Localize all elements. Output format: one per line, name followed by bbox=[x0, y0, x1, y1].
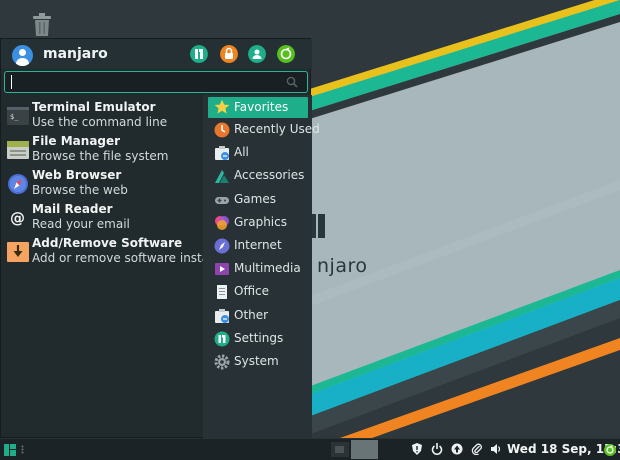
category-multimedia[interactable]: Multimedia bbox=[203, 257, 312, 280]
app-description: Browse the web bbox=[32, 183, 128, 197]
office-icon bbox=[217, 285, 227, 300]
category-recently-used[interactable]: Recently Used bbox=[203, 118, 320, 141]
search-field[interactable] bbox=[4, 71, 308, 93]
gamepad-icon bbox=[215, 196, 229, 204]
search-input[interactable] bbox=[5, 72, 275, 92]
category-label: Other bbox=[234, 307, 269, 322]
application-menu: manjaro $_ Terminal Emulator Use the com… bbox=[0, 38, 320, 439]
web-browser-icon bbox=[8, 174, 28, 194]
wallpaper-brand-text: njaro bbox=[317, 255, 368, 277]
app-description: Browse the file system bbox=[32, 149, 169, 163]
category-label: Graphics bbox=[234, 214, 287, 229]
svg-text:@: @ bbox=[10, 209, 25, 227]
app-add-remove-software[interactable]: Add/Remove Software Add or remove softwa… bbox=[1, 233, 242, 267]
app-description: Use the command line bbox=[32, 115, 168, 129]
multimedia-icon bbox=[215, 263, 229, 276]
category-label: Accessories bbox=[234, 168, 305, 183]
workspace-2[interactable] bbox=[351, 440, 378, 459]
app-name: Web Browser bbox=[32, 168, 122, 182]
app-mail-reader[interactable]: @ Mail Reader Read your email bbox=[1, 199, 203, 233]
app-web-browser[interactable]: Web Browser Browse the web bbox=[1, 165, 203, 199]
category-games[interactable]: Games bbox=[203, 188, 312, 211]
category-label: Office bbox=[234, 284, 270, 299]
category-settings[interactable]: Settings bbox=[203, 327, 312, 350]
accessories-icon bbox=[215, 170, 229, 184]
workspace-1[interactable] bbox=[331, 442, 349, 457]
app-name: Terminal Emulator bbox=[32, 100, 156, 114]
app-description: Read your email bbox=[32, 217, 130, 231]
terminal-icon: $_ bbox=[7, 107, 29, 125]
mail-icon: @ bbox=[10, 209, 25, 227]
menu-header: manjaro bbox=[1, 39, 312, 69]
search-icon bbox=[286, 76, 298, 88]
volume-icon[interactable] bbox=[490, 443, 502, 455]
category-label: Internet bbox=[234, 237, 282, 252]
app-file-manager[interactable]: File Manager Browse the file system bbox=[1, 131, 203, 165]
bottom-panel: Wed 18 Sep, 15:39 bbox=[0, 438, 620, 460]
log-out-button[interactable] bbox=[277, 45, 295, 63]
app-name: Mail Reader bbox=[32, 202, 113, 216]
category-office[interactable]: Office bbox=[203, 280, 312, 303]
all-apps-icon bbox=[215, 146, 229, 161]
graphics-icon bbox=[215, 215, 229, 230]
settings-manager-button[interactable] bbox=[190, 45, 208, 63]
shield-icon[interactable] bbox=[411, 443, 423, 455]
category-label: System bbox=[234, 353, 279, 368]
category-label: Multimedia bbox=[234, 261, 301, 276]
recent-icon bbox=[214, 122, 230, 138]
session-power-icon[interactable] bbox=[604, 444, 616, 456]
panel-grip-icon[interactable] bbox=[21, 445, 24, 454]
update-notifier-icon[interactable] bbox=[451, 443, 463, 455]
username-label: manjaro bbox=[43, 46, 108, 62]
internet-icon bbox=[214, 238, 230, 254]
package-manager-icon bbox=[7, 242, 29, 262]
app-terminal-emulator[interactable]: $_ Terminal Emulator Use the command lin… bbox=[1, 97, 203, 131]
switch-user-button[interactable] bbox=[248, 45, 266, 63]
lock-screen-button[interactable] bbox=[220, 45, 238, 63]
star-icon bbox=[214, 99, 230, 114]
category-label: Recently Used bbox=[234, 122, 320, 136]
favorites-list: $_ Terminal Emulator Use the command lin… bbox=[1, 97, 242, 267]
category-internet[interactable]: Internet bbox=[203, 234, 312, 257]
category-label: Games bbox=[234, 191, 276, 206]
category-favorites[interactable]: Favorites bbox=[208, 97, 308, 118]
trash-icon[interactable] bbox=[31, 13, 53, 37]
category-all[interactable]: All bbox=[203, 141, 312, 164]
file-manager-icon bbox=[7, 141, 29, 159]
category-other[interactable]: Other bbox=[203, 304, 312, 327]
manjaro-menu-icon[interactable] bbox=[4, 444, 16, 456]
text-cursor bbox=[11, 75, 12, 89]
window-icon bbox=[335, 446, 344, 453]
category-label: Favorites bbox=[234, 100, 289, 114]
app-name: File Manager bbox=[32, 134, 121, 148]
category-label: All bbox=[234, 145, 249, 160]
category-system[interactable]: System bbox=[203, 350, 312, 373]
attachment-icon[interactable] bbox=[471, 443, 483, 455]
category-list: Favorites Recently Used All Accessories … bbox=[203, 95, 320, 439]
category-accessories[interactable]: Accessories bbox=[203, 164, 312, 187]
other-icon bbox=[215, 308, 229, 323]
settings-icon bbox=[214, 331, 230, 347]
app-name: Add/Remove Software bbox=[32, 236, 183, 250]
category-label: Settings bbox=[234, 330, 284, 345]
category-graphics[interactable]: Graphics bbox=[203, 211, 312, 234]
user-avatar-icon bbox=[12, 45, 33, 66]
power-icon[interactable] bbox=[431, 443, 443, 455]
svg-text:$_: $_ bbox=[10, 113, 19, 121]
system-icon bbox=[214, 354, 230, 370]
